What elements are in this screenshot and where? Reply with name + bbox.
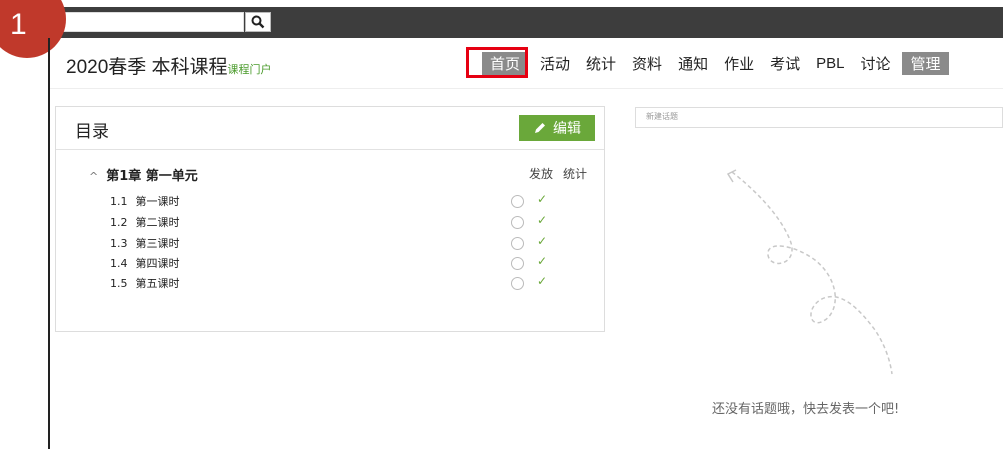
catalog-title: 目录: [75, 122, 109, 142]
nav-discussion[interactable]: 讨论: [852, 53, 898, 74]
nav-exams[interactable]: 考试: [762, 53, 808, 74]
check-icon: ✓: [537, 274, 548, 288]
course-nav: 首页 活动 统计 资料 通知 作业 考试 PBL 讨论 管理: [478, 52, 949, 75]
new-topic-input[interactable]: 新建话题: [635, 107, 1003, 128]
lesson-name: 第四课时: [135, 257, 180, 270]
nav-manage[interactable]: 管理: [902, 52, 949, 75]
lesson-name: 第三课时: [135, 237, 180, 250]
step-badge-number: 1: [10, 8, 27, 41]
publish-circle-icon[interactable]: [511, 257, 524, 270]
edit-button[interactable]: 编辑: [519, 115, 595, 141]
lesson-name: 第一课时: [135, 195, 180, 208]
lesson-name: 第五课时: [135, 277, 180, 290]
edit-button-label: 编辑: [553, 121, 581, 137]
check-icon: ✓: [537, 234, 548, 248]
nav-stats[interactable]: 统计: [578, 53, 624, 74]
chapter-row[interactable]: ^ 第1章 第一单元: [89, 165, 198, 184]
check-icon: ✓: [537, 254, 548, 268]
lesson-number: 1.4: [110, 257, 128, 270]
nav-pbl[interactable]: PBL: [808, 55, 852, 72]
lesson-item[interactable]: 1.2 第二课时: [110, 214, 180, 230]
empty-state-message: 还没有话题哦，快去发表一个吧!: [712, 402, 900, 417]
pencil-icon: [535, 123, 545, 133]
catalog-panel: 目录 编辑 ^ 第1章 第一单元 发放 统计 1.1 第一课时 ✓ 1.2 第二课时 ✓…: [55, 106, 605, 332]
lesson-item[interactable]: 1.3 第三课时: [110, 235, 180, 251]
empty-state-curve-icon: [726, 169, 893, 375]
lesson-number: 1.3: [110, 237, 128, 250]
lesson-number: 1.1: [110, 195, 128, 208]
search-icon: [251, 15, 265, 29]
left-border: [48, 38, 50, 449]
course-title: 2020春季 本科课程课程门户: [66, 52, 272, 79]
course-title-text: 2020春季 本科课程: [66, 57, 228, 78]
column-headers: 发放 统计: [529, 165, 597, 182]
catalog-header: 目录 编辑: [56, 107, 604, 150]
check-icon: ✓: [537, 192, 548, 206]
search-input[interactable]: [48, 12, 244, 32]
lesson-item[interactable]: 1.4 第四课时: [110, 255, 180, 271]
search-button[interactable]: [245, 12, 271, 32]
header-divider: [50, 88, 1003, 89]
lesson-name: 第二课时: [135, 216, 180, 229]
publish-circle-icon[interactable]: [511, 216, 524, 229]
course-portal-link[interactable]: 课程门户: [228, 64, 272, 76]
publish-circle-icon[interactable]: [511, 195, 524, 208]
lesson-item[interactable]: 1.1 第一课时: [110, 193, 180, 209]
col-publish: 发放: [529, 167, 554, 181]
chevron-up-icon[interactable]: ^: [89, 170, 98, 183]
publish-circle-icon[interactable]: [511, 277, 524, 290]
check-icon: ✓: [537, 213, 548, 227]
chapter-title: 第1章 第一单元: [106, 169, 198, 184]
nav-homework[interactable]: 作业: [716, 53, 762, 74]
lesson-item[interactable]: 1.5 第五课时: [110, 275, 180, 291]
nav-materials[interactable]: 资料: [624, 53, 670, 74]
lesson-number: 1.5: [110, 277, 128, 290]
lesson-number: 1.2: [110, 216, 128, 229]
publish-circle-icon[interactable]: [511, 237, 524, 250]
step-badge: 1: [0, 0, 66, 58]
col-stats: 统计: [563, 167, 588, 181]
nav-activity[interactable]: 活动: [532, 53, 578, 74]
highlight-box: [466, 47, 528, 78]
nav-notices[interactable]: 通知: [670, 53, 716, 74]
